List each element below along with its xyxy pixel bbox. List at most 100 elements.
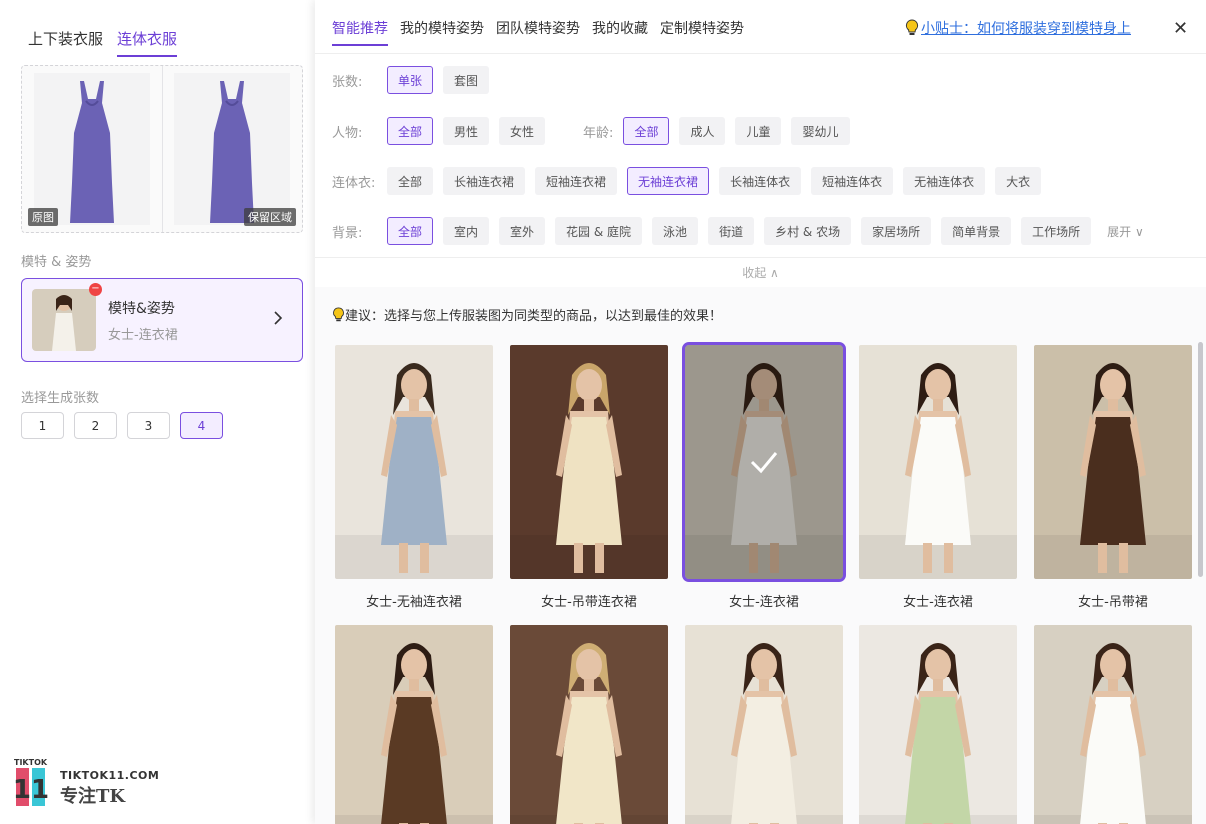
pose-card[interactable]: 女士-吊带裙 (1034, 345, 1192, 610)
chip-female[interactable]: 女性 (499, 117, 546, 145)
chip-male[interactable]: 男性 (443, 117, 490, 145)
filter-person-label: 人物: (332, 125, 363, 141)
pose-caption: 女士-连衣裙 (903, 595, 973, 610)
chip-adult[interactable]: 成人 (679, 117, 726, 145)
model-card-title: 模特&姿势 (108, 300, 175, 317)
tab-team-poses[interactable]: 团队模特姿势 (496, 18, 580, 46)
remove-badge-icon[interactable]: − (89, 283, 102, 296)
left-panel: 上下装衣服 连体衣服 原图 保留区域 模特 & 姿势 − 模特&姿势 女士-连衣… (0, 0, 320, 824)
logo-icon: TIKTOK 11 (13, 758, 49, 808)
garment-original[interactable]: 原图 (22, 66, 162, 232)
chip-bg-street[interactable]: 街道 (708, 217, 755, 245)
lightbulb-icon (333, 307, 344, 322)
gallery-scrollbar[interactable] (1198, 342, 1203, 577)
model-photo (859, 345, 1017, 579)
chip-sleeveless-dress[interactable]: 无袖连衣裙 (627, 167, 710, 195)
chip-child[interactable]: 儿童 (735, 117, 782, 145)
tab-my-poses[interactable]: 我的模特姿势 (400, 18, 484, 46)
filter-person-age: 人物: 全部 男性 女性 年龄: 全部 成人 儿童 婴幼儿 (332, 117, 860, 145)
count-option-4[interactable]: 4 (180, 412, 223, 439)
filter-background: 背景: 全部 室内 室外 花园 & 庭院 泳池 街道 乡村 & 农场 家居场所 … (332, 217, 1144, 245)
expand-button[interactable]: 展开 ∨ (1107, 223, 1144, 240)
pose-card[interactable]: 女士-吊带连衣裙 (510, 345, 668, 610)
count-option-3[interactable]: 3 (127, 412, 170, 439)
chip-set[interactable]: 套图 (443, 66, 490, 94)
model-card-text: 模特&姿势 女士-连衣裙 (108, 298, 272, 343)
pose-card[interactable] (335, 625, 493, 824)
chip-coat[interactable]: 大衣 (995, 167, 1042, 195)
model-photo (510, 345, 668, 579)
chip-bg-simple[interactable]: 简单背景 (941, 217, 1012, 245)
chip-person-all[interactable]: 全部 (387, 117, 434, 145)
chip-bg-farm[interactable]: 乡村 & 农场 (764, 217, 852, 245)
close-icon[interactable]: ✕ (1173, 18, 1188, 39)
count-option-1[interactable]: 1 (21, 412, 64, 439)
chip-bg-workplace[interactable]: 工作场所 (1021, 217, 1092, 245)
pose-card[interactable] (685, 625, 843, 824)
pose-card[interactable] (1034, 625, 1192, 824)
garment-preview: 原图 保留区域 (21, 65, 303, 233)
filter-onepiece-label: 连体衣: (332, 175, 376, 191)
garment-keep-area[interactable]: 保留区域 (161, 66, 303, 232)
pose-caption: 女士-无袖连衣裙 (366, 595, 462, 610)
pose-caption: 女士-吊带裙 (1078, 595, 1148, 610)
pose-card[interactable] (859, 625, 1017, 824)
count-options: 1 2 3 4 (21, 412, 223, 439)
collapse-button[interactable]: 收起 ∧ (315, 257, 1206, 287)
model-photo (682, 342, 846, 582)
chip-bg-outdoor[interactable]: 室外 (499, 217, 546, 245)
pose-card[interactable]: 女士-无袖连衣裙 (335, 345, 493, 610)
logo-mark-text: 11 (14, 775, 48, 805)
section-count-label: 选择生成张数 (21, 391, 100, 406)
chip-sleeveless-jumpsuit[interactable]: 无袖连体衣 (903, 167, 986, 195)
model-photo (335, 625, 493, 824)
chip-bg-indoor[interactable]: 室内 (443, 217, 490, 245)
filter-age-label: 年龄: (583, 125, 614, 141)
model-photo (1034, 625, 1192, 824)
tab-my-favorites[interactable]: 我的收藏 (592, 18, 648, 46)
pose-card[interactable]: 女士-连衣裙 (682, 342, 846, 610)
chip-short-sleeve-jumpsuit[interactable]: 短袖连体衣 (811, 167, 894, 195)
chip-age-all[interactable]: 全部 (623, 117, 670, 145)
tab-top-bottom[interactable]: 上下装衣服 (28, 28, 103, 57)
chip-infant[interactable]: 婴幼儿 (791, 117, 850, 145)
logo-small-text: TIKTOK (14, 758, 48, 767)
chip-bg-all[interactable]: 全部 (387, 217, 434, 245)
filter-count: 张数: 单张 套图 (332, 66, 499, 94)
filter-count-label: 张数: (332, 74, 363, 90)
pose-card[interactable]: 女士-连衣裙 (859, 345, 1017, 610)
chip-bg-pool[interactable]: 泳池 (652, 217, 699, 245)
tab-smart-recommend[interactable]: 智能推荐 (332, 18, 388, 46)
header-divider (315, 53, 1206, 54)
tab-onepiece[interactable]: 连体衣服 (117, 28, 178, 57)
dress-mask-image (174, 73, 291, 225)
garment-type-tabs: 上下装衣服 连体衣服 (28, 28, 178, 57)
chip-single[interactable]: 单张 (387, 66, 434, 94)
chip-onepiece-all[interactable]: 全部 (387, 167, 434, 195)
suggestion-label: 建议：选择与您上传服装图为同类型的商品，以达到最佳的效果！ (345, 309, 723, 324)
pose-card[interactable] (510, 625, 668, 824)
suggestion-text: 建议：选择与您上传服装图为同类型的商品，以达到最佳的效果！ (332, 305, 722, 324)
pose-caption: 女士-吊带连衣裙 (541, 595, 637, 610)
filter-background-label: 背景: (332, 225, 363, 241)
model-photo (685, 625, 843, 824)
model-thumbnail: − (32, 283, 102, 351)
tip-text: 小贴士：如何将服装穿到模特身上 (921, 21, 1131, 37)
model-pose-selector[interactable]: − 模特&姿势 女士-连衣裙 (21, 278, 303, 362)
logo-slogan: 专注TK (60, 786, 126, 807)
chip-bg-garden[interactable]: 花园 & 庭院 (555, 217, 643, 245)
lightbulb-icon (906, 19, 918, 35)
chip-short-sleeve-dress[interactable]: 短袖连衣裙 (535, 167, 618, 195)
chip-long-sleeve-dress[interactable]: 长袖连衣裙 (443, 167, 526, 195)
chip-long-sleeve-jumpsuit[interactable]: 长袖连体衣 (719, 167, 802, 195)
model-photo (335, 345, 493, 579)
tag-original: 原图 (28, 208, 58, 226)
tip-link[interactable]: 小贴士：如何将服装穿到模特身上 (905, 18, 1131, 38)
logo-domain: TIKTOK11.COM (60, 769, 160, 782)
chip-bg-home[interactable]: 家居场所 (861, 217, 932, 245)
pose-caption: 女士-连衣裙 (729, 595, 799, 610)
tab-custom-poses[interactable]: 定制模特姿势 (660, 18, 744, 46)
count-option-2[interactable]: 2 (74, 412, 117, 439)
tag-keep-area: 保留区域 (244, 208, 296, 226)
model-pose-panel: 智能推荐 我的模特姿势 团队模特姿势 我的收藏 定制模特姿势 小贴士：如何将服装… (315, 0, 1206, 824)
